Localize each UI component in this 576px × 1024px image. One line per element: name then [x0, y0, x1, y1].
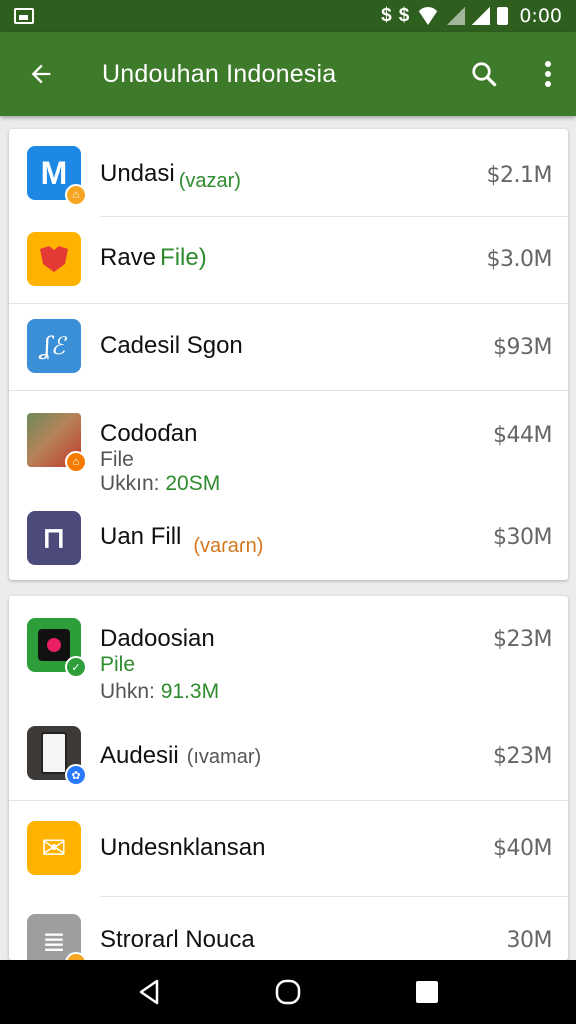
status-bar: $ $ 0:00	[0, 0, 576, 32]
nav-home-button[interactable]	[258, 962, 318, 1022]
back-button[interactable]	[0, 32, 82, 116]
shield-icon	[40, 246, 68, 272]
wifi-icon	[416, 7, 441, 25]
back-arrow-icon	[31, 64, 51, 84]
system-nav-bar	[0, 960, 576, 1024]
item-size: $2.1M	[486, 163, 553, 188]
item-size: $23M	[493, 744, 552, 769]
item-subtitle: Pile	[100, 653, 136, 676]
m-app-icon: M ⌂	[27, 146, 87, 206]
item-detail: Uhkn: 91.3M	[100, 680, 220, 703]
item-name: Stroraɾl Nouca	[100, 926, 255, 953]
nav-back-icon	[140, 979, 159, 1005]
list-item[interactable]: ✿ Audesii (ıvamar) $23M	[9, 708, 568, 800]
image-icon	[14, 8, 34, 24]
envelope-app-icon: ✉	[27, 821, 81, 875]
home-badge-icon: ⌂	[65, 184, 87, 206]
item-name: Rave File)	[100, 244, 207, 271]
red-shield-app-icon	[27, 232, 81, 286]
list-item[interactable]: ʆℰ Cadesil Sgon $93M	[9, 304, 568, 390]
item-size: $3.0M	[486, 247, 553, 272]
item-name: Undasi (vazar)	[100, 160, 241, 192]
item-subtitle: File	[100, 448, 134, 471]
nav-recents-icon	[415, 981, 438, 1003]
search-icon	[472, 62, 497, 87]
badge-icon	[65, 952, 87, 960]
photo-app-icon: ⌂	[27, 413, 87, 473]
nav-home-icon	[275, 979, 301, 1005]
item-size: $93M	[493, 335, 552, 360]
phone-app-icon: ✿	[27, 726, 87, 786]
item-name: Audesii (ıvamar)	[100, 742, 262, 769]
battery-icon	[497, 7, 509, 25]
item-size: $30M	[493, 525, 552, 550]
item-name: Dadoosian	[100, 625, 215, 652]
search-button[interactable]	[448, 32, 520, 116]
list-item[interactable]: Rave File) $3.0M	[9, 217, 568, 303]
list-item[interactable]: ⊓ Uan Fill (vaɾaɾn) $30M	[9, 503, 568, 580]
list-item[interactable]: ⌂ Codoɗan File Ukkın: 20SM $44M	[9, 391, 568, 503]
item-size: $40M	[493, 836, 552, 861]
app-bar: Undouhan Indonesia	[0, 32, 576, 116]
item-detail: Ukkın: 20SM	[100, 472, 221, 495]
item-name: Cadesil Sgon	[100, 332, 243, 359]
list-item[interactable]: ✉ Undesnklansan $40M	[9, 801, 568, 896]
item-size: 30M	[506, 928, 553, 953]
check-badge-icon: ✓	[65, 656, 87, 678]
item-size: $23M	[493, 627, 552, 652]
nav-back-button[interactable]	[119, 962, 179, 1022]
list-item[interactable]: ✓ Dadoosian Pile Uhkn: 91.3M $23M	[9, 596, 568, 708]
nav-recents-button[interactable]	[397, 962, 457, 1022]
dollar-icon: $	[398, 5, 410, 26]
frame-app-icon: ⊓	[27, 511, 81, 565]
download-group-card: ✓ Dadoosian Pile Uhkn: 91.3M $23M ✿ Aude…	[9, 596, 568, 960]
dark-app-icon: ✓	[27, 618, 87, 678]
item-name: Uan Fill (vaɾaɾn)	[100, 523, 264, 557]
dollar-icon: $	[381, 5, 392, 26]
home-badge-icon: ⌂	[65, 451, 87, 473]
status-time: 0:00	[519, 5, 562, 27]
signature-app-icon: ʆℰ	[27, 319, 81, 373]
page-title: Undouhan Indonesia	[102, 59, 337, 88]
document-app-icon: ≣	[27, 914, 87, 960]
signal-icon	[447, 7, 466, 25]
signal-icon	[472, 7, 491, 25]
more-vert-icon	[545, 61, 551, 87]
list-item[interactable]: ≣ Stroraɾl Nouca 30M	[9, 897, 568, 960]
item-name: Undesnklansan	[100, 834, 266, 861]
item-size: $44M	[493, 423, 552, 448]
more-options-button[interactable]	[520, 32, 576, 116]
list-item[interactable]: M ⌂ Undasi (vazar) $2.1M	[9, 129, 568, 217]
item-name: Codoɗan	[100, 420, 198, 447]
settings-badge-icon: ✿	[65, 764, 87, 786]
download-group-card: M ⌂ Undasi (vazar) $2.1M Rave File) $3.0M …	[9, 129, 568, 580]
